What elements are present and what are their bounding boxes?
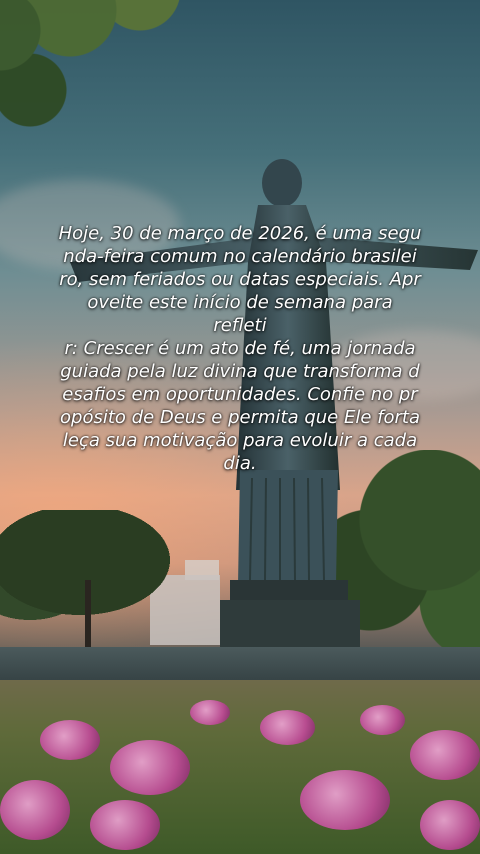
flower bbox=[260, 710, 315, 745]
flower bbox=[0, 780, 70, 840]
flower bbox=[410, 730, 480, 780]
flower bbox=[300, 770, 390, 830]
flower bbox=[420, 800, 480, 850]
flower bbox=[360, 705, 405, 735]
flower bbox=[40, 720, 100, 760]
background-photo: Hoje, 30 de março de 2026, é uma segu nd… bbox=[0, 0, 480, 854]
flower-field bbox=[0, 680, 480, 854]
flower bbox=[190, 700, 230, 725]
flower bbox=[90, 800, 160, 850]
flower bbox=[110, 740, 190, 795]
stone-wall bbox=[0, 647, 480, 681]
motivational-caption: Hoje, 30 de março de 2026, é uma segu nd… bbox=[58, 223, 422, 474]
